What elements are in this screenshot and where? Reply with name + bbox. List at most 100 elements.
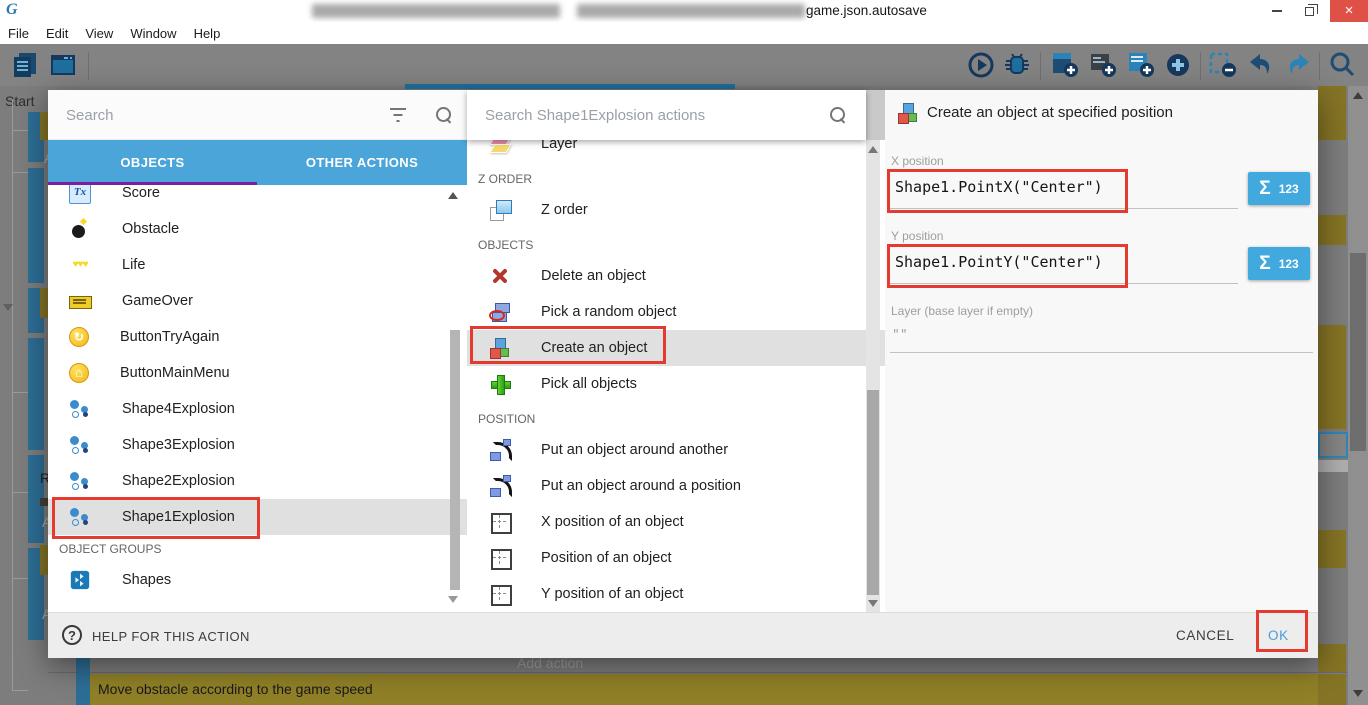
menu-help[interactable]: Help bbox=[194, 26, 221, 41]
action-item-put-around-position[interactable]: Put an object around a position bbox=[467, 468, 885, 504]
object-item-shape2explosion[interactable]: Shape2Explosion bbox=[48, 463, 467, 499]
remove-event-icon[interactable] bbox=[1208, 50, 1238, 80]
event-tree-tick bbox=[12, 172, 28, 173]
pick-random-icon bbox=[489, 301, 511, 323]
help-icon[interactable]: ? bbox=[62, 625, 82, 645]
menu-edit[interactable]: Edit bbox=[46, 26, 68, 41]
minimize-button[interactable] bbox=[1262, 0, 1292, 22]
event-tree-tick bbox=[12, 492, 28, 493]
put-around-icon bbox=[489, 475, 511, 497]
cancel-button[interactable]: CANCEL bbox=[1176, 628, 1234, 643]
object-label: Shape2Explosion bbox=[122, 473, 235, 489]
layer-value[interactable]: "" bbox=[892, 328, 908, 343]
objects-scrollbar-thumb[interactable] bbox=[450, 330, 460, 590]
action-item-pick-all[interactable]: Pick all objects bbox=[467, 366, 885, 402]
y-expression-button[interactable]: Σ 123 bbox=[1248, 247, 1310, 280]
object-item-buttonmainmenu[interactable]: ButtonMainMenu bbox=[48, 355, 467, 391]
action-item-position[interactable]: Position of an object bbox=[467, 540, 885, 576]
object-group-shapes[interactable]: Shapes bbox=[48, 562, 467, 598]
objects-search-input[interactable] bbox=[66, 102, 366, 128]
object-item-buttontryagain[interactable]: ButtonTryAgain bbox=[48, 319, 467, 355]
play-icon[interactable] bbox=[966, 50, 996, 80]
filter-icon[interactable] bbox=[389, 107, 407, 123]
event-tree-tick bbox=[12, 578, 28, 579]
event-comment-text: Move obstacle according to the game spee… bbox=[98, 681, 373, 697]
action-title: Create an object at specified position bbox=[927, 104, 1173, 121]
action-label: Pick all objects bbox=[541, 376, 637, 392]
object-label: Life bbox=[122, 257, 145, 273]
scene-tab-label[interactable]: Start bbox=[5, 93, 35, 109]
collapse-arrow-icon[interactable] bbox=[3, 304, 13, 311]
y-position-value[interactable]: Shape1.PointY("Center") bbox=[895, 253, 1103, 271]
menu-window[interactable]: Window bbox=[130, 26, 176, 41]
add-event-icon[interactable] bbox=[1050, 50, 1080, 80]
object-item-life[interactable]: Life bbox=[48, 247, 467, 283]
menu-view[interactable]: View bbox=[85, 26, 113, 41]
score-text-icon bbox=[69, 185, 91, 204]
action-label: Create an object bbox=[541, 340, 647, 356]
scroll-up-icon[interactable] bbox=[868, 146, 878, 153]
scroll-down-icon[interactable] bbox=[868, 600, 878, 607]
menu-file[interactable]: File bbox=[8, 26, 29, 41]
add-comment-icon[interactable] bbox=[1088, 50, 1118, 80]
event-header-block bbox=[1318, 325, 1346, 429]
event-field-box bbox=[1318, 432, 1348, 458]
object-item-shape1explosion[interactable]: Shape1Explosion bbox=[48, 499, 467, 535]
actions-search-input[interactable] bbox=[485, 102, 825, 128]
main-scrollbar-thumb[interactable] bbox=[1350, 253, 1366, 451]
explosion-particles-icon bbox=[69, 398, 91, 420]
input-underline bbox=[890, 352, 1313, 353]
debug-icon[interactable] bbox=[1002, 50, 1032, 80]
project-manager-icon[interactable] bbox=[10, 50, 40, 80]
search-icon[interactable] bbox=[435, 106, 453, 124]
scene-editor-icon[interactable] bbox=[48, 50, 78, 80]
action-item-z-order[interactable]: Z order bbox=[467, 192, 885, 228]
maximize-button[interactable] bbox=[1294, 0, 1324, 22]
object-label: ButtonTryAgain bbox=[120, 329, 219, 345]
section-z-order: Z ORDER bbox=[467, 162, 885, 192]
undo-icon[interactable] bbox=[1246, 50, 1276, 80]
x-position-label: X position bbox=[891, 154, 944, 168]
toolbar-separator bbox=[1319, 52, 1320, 80]
action-item-put-around-another[interactable]: Put an object around another bbox=[467, 432, 885, 468]
put-around-icon bbox=[489, 439, 511, 461]
event-header-block bbox=[1318, 215, 1346, 245]
scroll-down-icon[interactable] bbox=[448, 596, 458, 603]
objects-panel: OBJECTS OTHER ACTIONS Score Obstacle Lif… bbox=[48, 90, 467, 612]
object-item-shape3explosion[interactable]: Shape3Explosion bbox=[48, 427, 467, 463]
event-condition-bar bbox=[28, 168, 44, 283]
action-item-y-position[interactable]: Y position of an object bbox=[467, 576, 885, 612]
add-new-icon[interactable] bbox=[1163, 50, 1193, 80]
actions-search-bar bbox=[467, 90, 866, 140]
actions-scrollbar-thumb[interactable] bbox=[867, 390, 879, 595]
scroll-up-icon[interactable] bbox=[448, 192, 458, 199]
x-position-value[interactable]: Shape1.PointX("Center") bbox=[895, 178, 1103, 196]
scroll-up-icon[interactable] bbox=[1353, 92, 1363, 99]
position-crosshair-icon bbox=[489, 547, 511, 569]
green-plus-icon bbox=[489, 373, 511, 395]
x-expression-button[interactable]: Σ 123 bbox=[1248, 172, 1310, 205]
action-item-pick-random[interactable]: Pick a random object bbox=[467, 294, 885, 330]
add-subevent-icon[interactable] bbox=[1126, 50, 1156, 80]
redo-icon[interactable] bbox=[1283, 50, 1313, 80]
scroll-down-icon[interactable] bbox=[1353, 690, 1363, 697]
object-item-shape4explosion[interactable]: Shape4Explosion bbox=[48, 391, 467, 427]
tab-objects[interactable]: OBJECTS bbox=[48, 140, 257, 185]
search-toolbar-icon[interactable] bbox=[1327, 50, 1357, 80]
event-condition-bar bbox=[28, 338, 44, 450]
ok-button[interactable]: OK bbox=[1268, 628, 1289, 643]
search-icon[interactable] bbox=[829, 106, 847, 124]
object-item-obstacle[interactable]: Obstacle bbox=[48, 211, 467, 247]
action-item-x-position[interactable]: X position of an object bbox=[467, 504, 885, 540]
tab-other-actions[interactable]: OTHER ACTIONS bbox=[257, 140, 467, 185]
object-label: Shapes bbox=[122, 572, 171, 588]
sigma-icon: Σ bbox=[1259, 178, 1270, 200]
event-tree-tick bbox=[12, 690, 28, 691]
object-item-score[interactable]: Score bbox=[48, 185, 467, 211]
object-label: GameOver bbox=[122, 293, 193, 309]
help-link[interactable]: HELP FOR THIS ACTION bbox=[92, 629, 250, 644]
action-item-create-object[interactable]: Create an object bbox=[467, 330, 885, 366]
action-item-delete-object[interactable]: Delete an object bbox=[467, 258, 885, 294]
close-button[interactable] bbox=[1330, 0, 1368, 22]
object-item-gameover[interactable]: GameOver bbox=[48, 283, 467, 319]
